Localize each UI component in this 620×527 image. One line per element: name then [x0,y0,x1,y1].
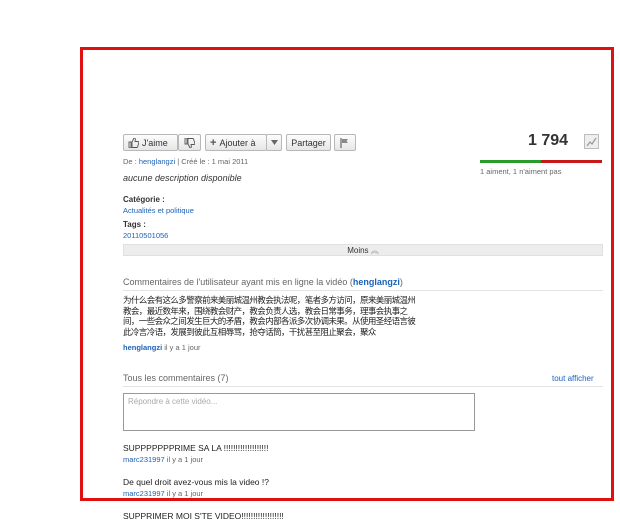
uploader-comments-prefix: Commentaires de l'utilisateur ayant mis … [123,277,353,287]
tags-label: Tags : [123,220,146,229]
flag-button[interactable] [334,134,356,151]
comment-author-link[interactable]: marc231997 [123,489,165,498]
comment-text: SUPPPPPPPRIME SA LA !!!!!!!!!!!!!!!!!!! [123,443,269,453]
like-fill [480,160,541,163]
add-to-button[interactable]: + Ajouter à [205,134,267,151]
comment-text: De quel droit avez-vous mis la video !? [123,477,269,487]
comment-line: 为什么会有这么多警察前来美丽城温州教会执法呢，笔者多方访问，原来美丽城温州 [123,296,416,306]
chevron-down-icon [270,140,278,145]
comment-time: il y a 1 jour [164,455,204,464]
dislike-button[interactable] [178,134,201,151]
thumbs-up-icon [128,137,139,148]
ratings-bar [480,160,602,163]
uploader-comments-heading: Commentaires de l'utilisateur ayant mis … [123,277,403,287]
less-button[interactable]: Moins ︽ [123,244,603,256]
dislike-fill [541,160,602,163]
created-date: | Créé le : 1 mai 2011 [175,157,249,166]
view-count: 1 794 [528,132,569,149]
uploader-comment-meta: henglangzi il y a 1 jour [123,343,201,352]
less-label: Moins [347,246,369,255]
share-button[interactable]: Partager [286,134,331,151]
uploader-line: De : henglangzi | Créé le : 1 mai 2011 [123,157,248,166]
comment-line: 教会，最近数年来，围绕教会财产，教会负责人选，教会日常事务，理事会执事之 [123,306,408,317]
comment-line: 此冷言冷语，发展到彼此互相辱骂，抢夺话筒，干扰甚至阻止聚会，聚众 [123,327,376,338]
comment-author-link[interactable]: henglangzi [123,343,162,352]
add-to-dropdown[interactable] [266,134,282,151]
comment-author-link[interactable]: marc231997 [123,455,165,464]
share-label: Partager [291,137,326,148]
divider [123,290,603,291]
all-comments-heading: Tous les commentaires (7) [123,373,229,383]
comment-line: 间，一些会众之间发生巨大的矛盾，教会内部各派多次协调未果。从使用圣经语言彼 [123,317,416,327]
like-label: J'aime [142,137,168,148]
divider [123,386,603,387]
plus-icon: + [210,136,217,149]
comment-time: il y a 1 jour [162,343,201,352]
uploader-comment-text: 为什么会有这么多警察前来美丽城温州教会执法呢，笔者多方访问，原来美丽城温州 教会… [123,296,416,338]
uploader-link[interactable]: henglangzi [139,157,175,166]
reply-textarea[interactable]: Répondre à cette vidéo... [123,393,475,431]
comment-meta [123,522,183,527]
comment-meta: marc231997 il y a 1 jour [123,455,203,464]
description: aucune description disponible [123,173,242,183]
stats-icon[interactable] [584,134,599,149]
add-to-label: Ajouter à [219,137,256,148]
flag-icon [340,137,350,148]
show-all-link[interactable]: tout afficher [552,374,594,383]
comment-time: il y a 1 jour [164,489,204,498]
category-label: Catégorie : [123,195,165,204]
chevron-up-icon: ︽ [370,246,379,255]
comment-text: SUPPRIMER MOI S'TE VIDEO!!!!!!!!!!!!!!!!… [123,511,284,521]
category-link[interactable]: Actualités et politique [123,206,194,215]
uploader-comments-suffix: ) [399,277,403,287]
reply-placeholder: Répondre à cette vidéo... [128,397,218,406]
uploader-prefix: De : [123,157,139,166]
tag-link[interactable]: 20110501056 [123,231,168,240]
comment-meta: marc231997 il y a 1 jour [123,489,203,498]
highlight-frame [80,47,614,501]
like-button[interactable]: J'aime [123,134,178,151]
thumbs-down-icon [184,137,195,148]
uploader-comments-user[interactable]: henglangzi [353,277,400,287]
ratings-text: 1 aiment, 1 n'aiment pas [480,167,562,176]
